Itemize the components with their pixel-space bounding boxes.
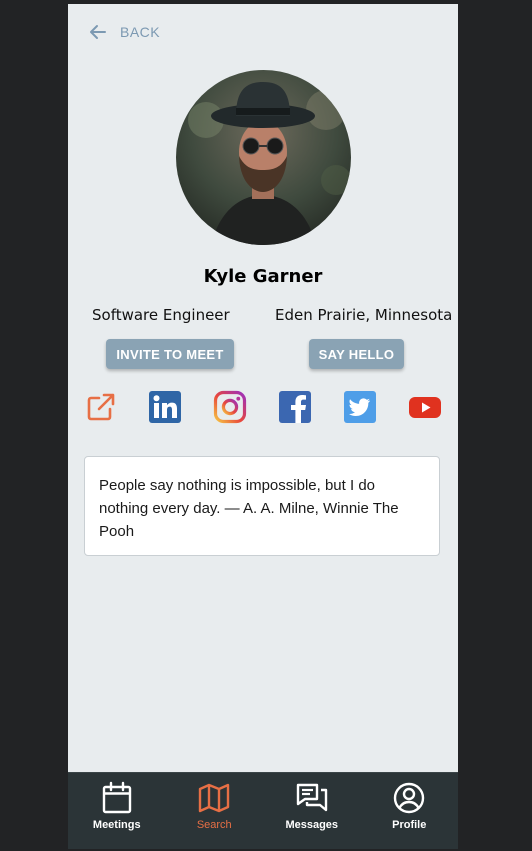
instagram-icon[interactable] [213,390,247,424]
tab-label-meetings: Meetings [92,819,141,831]
twitter-icon[interactable] [343,390,377,424]
invite-to-meet-button[interactable]: INVITE TO MEET [106,339,234,369]
back-button[interactable]: BACK [88,22,160,42]
profile-name: Kyle Garner [203,266,323,287]
profile-quote: People say nothing is impossible, but I … [84,456,440,556]
map-icon [199,783,230,813]
avatar [176,70,351,245]
tab-search[interactable]: Search [166,773,264,849]
tab-label-search: Search [196,819,232,831]
tab-profile[interactable]: Profile [361,773,459,849]
youtube-icon[interactable] [408,390,442,424]
facebook-icon[interactable] [278,390,312,424]
tab-meetings[interactable]: Meetings [68,773,166,849]
bottom-tab-bar: Meetings Search Messages Profile [68,772,458,849]
back-label: BACK [120,24,161,40]
say-hello-button[interactable]: SAY HELLO [309,339,404,369]
external-link-icon[interactable] [84,390,118,424]
linkedin-icon[interactable] [148,390,182,424]
tab-label-profile: Profile [392,819,427,831]
profile-location: Eden Prairie, Minnesota [275,306,453,324]
tab-label-messages: Messages [285,819,339,831]
arrow-left-icon [90,25,106,39]
calendar-icon [102,781,131,814]
tab-messages[interactable]: Messages [263,773,361,849]
profile-title: Software Engineer [92,306,230,324]
messages-icon [296,783,327,812]
profile-icon [394,782,425,814]
profile-screen: BACK Kyle Garner Software Engineer Eden … [68,4,458,849]
